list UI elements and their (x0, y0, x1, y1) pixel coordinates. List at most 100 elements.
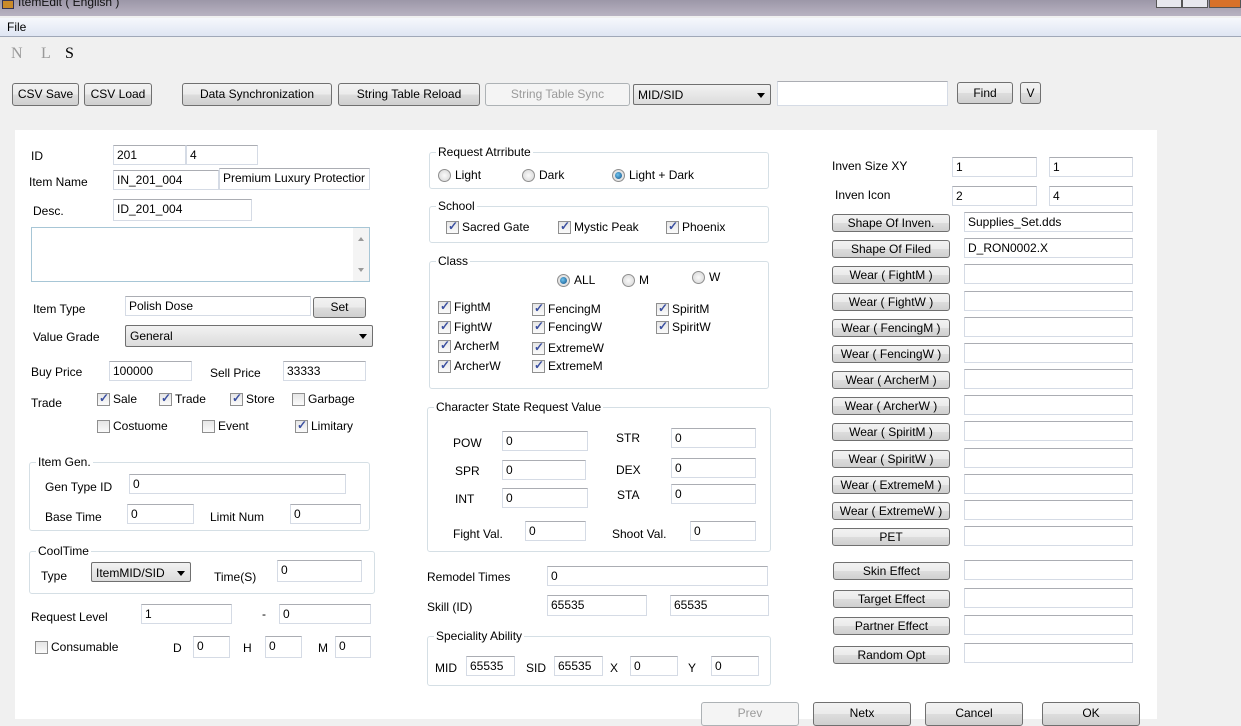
partner-effect-input[interactable] (964, 615, 1133, 635)
cooltime-time-input[interactable]: 0 (277, 560, 362, 582)
remodel-times-input[interactable]: 0 (547, 566, 768, 586)
m-input[interactable]: 0 (335, 636, 371, 658)
class-m-radio[interactable]: M (622, 273, 649, 287)
scroll-down-icon[interactable] (358, 268, 364, 272)
wear-extremew-input[interactable] (964, 500, 1133, 520)
trade-sale-checkbox[interactable]: Sale (97, 391, 137, 406)
trade-store-checkbox[interactable]: Store (230, 391, 275, 406)
wear-extremew-button[interactable]: Wear ( ExtremeW ) (832, 502, 950, 520)
wear-archerm-button[interactable]: Wear ( ArcherM ) (832, 371, 950, 389)
pet-button[interactable]: PET (832, 528, 950, 546)
spec-sid-input[interactable]: 65535 (554, 656, 603, 676)
class-fencingw-checkbox[interactable]: FencingW (532, 319, 602, 334)
wear-spiritw-button[interactable]: Wear ( SpiritW ) (832, 450, 950, 468)
inven-size-y-input[interactable]: 1 (1049, 157, 1133, 177)
wear-fencingm-input[interactable] (964, 317, 1133, 337)
trade-event-checkbox[interactable]: Event (202, 419, 249, 433)
next-button[interactable]: Netx (813, 702, 911, 726)
shape-of-inven-input[interactable]: Supplies_Set.dds (964, 212, 1133, 232)
class-spiritw-checkbox[interactable]: SpiritW (656, 319, 711, 334)
close-button[interactable] (1209, 0, 1241, 8)
skill-id-2-input[interactable]: 65535 (670, 595, 769, 616)
class-spiritm-checkbox[interactable]: SpiritM (656, 301, 709, 316)
wear-fightw-button[interactable]: Wear ( FightW ) (832, 293, 950, 311)
skin-effect-button[interactable]: Skin Effect (833, 562, 950, 580)
wear-fencingm-button[interactable]: Wear ( FencingM ) (832, 319, 950, 337)
trade-limitary-checkbox[interactable]: Limitary (295, 418, 353, 433)
h-input[interactable]: 0 (265, 636, 302, 658)
trade-garbage-checkbox[interactable]: Garbage (292, 392, 355, 406)
attr-dark-radio[interactable]: Dark (522, 168, 564, 182)
string-table-sync-button[interactable]: String Table Sync (485, 83, 630, 106)
target-effect-button[interactable]: Target Effect (833, 590, 950, 608)
wear-spiritm-input[interactable] (964, 421, 1133, 441)
wear-extremem-input[interactable] (964, 474, 1133, 494)
inven-size-x-input[interactable]: 1 (952, 157, 1037, 177)
cancel-button[interactable]: Cancel (925, 702, 1023, 726)
wear-archerm-input[interactable] (964, 369, 1133, 389)
cooltime-type-select[interactable]: ItemMID/SID (91, 562, 191, 582)
target-effect-input[interactable] (964, 588, 1133, 608)
spec-x-input[interactable]: 0 (630, 656, 678, 676)
scroll-up-icon[interactable] (358, 237, 364, 241)
attr-light-dark-radio[interactable]: Light + Dark (612, 168, 694, 182)
class-extremem-checkbox[interactable]: ExtremeM (532, 358, 603, 373)
spr-input[interactable]: 0 (502, 460, 586, 480)
desc-textarea[interactable] (31, 227, 370, 282)
skill-id-1-input[interactable]: 65535 (547, 595, 647, 616)
gen-type-input[interactable]: 0 (129, 474, 346, 494)
request-level-max-input[interactable]: 0 (279, 604, 371, 624)
scrollbar[interactable] (353, 228, 369, 281)
id-sub-input[interactable]: 4 (186, 145, 258, 165)
trade-costume-checkbox[interactable]: Costuome (97, 419, 168, 433)
d-input[interactable]: 0 (193, 636, 230, 658)
skin-effect-input[interactable] (964, 560, 1133, 580)
v-button[interactable]: V (1020, 82, 1041, 104)
school-phoenix-checkbox[interactable]: Phoenix (666, 219, 725, 234)
class-fightm-checkbox[interactable]: FightM (438, 299, 491, 314)
item-type-input[interactable]: Polish Dose (125, 296, 311, 316)
school-sacred-gate-checkbox[interactable]: Sacred Gate (446, 219, 529, 234)
search-type-select[interactable]: MID/SID (633, 84, 771, 105)
pet-input[interactable] (964, 526, 1133, 546)
buy-price-input[interactable]: 100000 (109, 361, 192, 381)
base-time-input[interactable]: 0 (127, 504, 194, 524)
sta-input[interactable]: 0 (671, 484, 756, 504)
desc-key-input[interactable]: ID_201_004 (113, 199, 252, 221)
shape-of-filed-button[interactable]: Shape Of Filed (832, 240, 950, 258)
find-button[interactable]: Find (957, 82, 1013, 104)
minimize-button[interactable] (1156, 0, 1182, 8)
shape-of-inven-button[interactable]: Shape Of Inven. (832, 214, 950, 232)
dex-input[interactable]: 0 (671, 458, 756, 478)
class-all-radio[interactable]: ALL (557, 273, 595, 287)
request-level-min-input[interactable]: 1 (141, 604, 232, 624)
pow-input[interactable]: 0 (502, 431, 588, 451)
wear-extremem-button[interactable]: Wear ( ExtremeM ) (832, 476, 950, 494)
mode-s[interactable]: S (65, 45, 74, 63)
wear-fencingw-input[interactable] (964, 343, 1133, 363)
school-mystic-peak-checkbox[interactable]: Mystic Peak (558, 219, 639, 234)
data-sync-button[interactable]: Data Synchronization (182, 83, 332, 106)
attr-light-radio[interactable]: Light (438, 168, 481, 182)
csv-save-button[interactable]: CSV Save (12, 83, 79, 106)
inven-icon-y-input[interactable]: 4 (1049, 186, 1133, 206)
sell-price-input[interactable]: 33333 (283, 361, 366, 381)
str-input[interactable]: 0 (671, 428, 756, 448)
class-archerm-checkbox[interactable]: ArcherM (438, 338, 499, 353)
search-input[interactable] (777, 81, 948, 106)
string-table-reload-button[interactable]: String Table Reload (338, 83, 480, 106)
wear-fencingw-button[interactable]: Wear ( FencingW ) (832, 345, 950, 363)
shape-of-filed-input[interactable]: D_RON0002.X (964, 238, 1133, 258)
wear-spiritw-input[interactable] (964, 448, 1133, 468)
fight-val-input[interactable]: 0 (525, 521, 586, 541)
class-extremew-checkbox[interactable]: ExtremeW (532, 340, 604, 355)
class-fightw-checkbox[interactable]: FightW (438, 319, 492, 334)
partner-effect-button[interactable]: Partner Effect (833, 617, 950, 635)
mode-n[interactable]: N (11, 45, 23, 63)
random-opt-button[interactable]: Random Opt (833, 646, 950, 664)
item-name-key-input[interactable]: IN_201_004 (113, 170, 219, 190)
int-input[interactable]: 0 (502, 488, 588, 508)
trade-trade-checkbox[interactable]: Trade (159, 391, 206, 406)
shoot-val-input[interactable]: 0 (690, 521, 756, 541)
wear-fightw-input[interactable] (964, 291, 1133, 311)
